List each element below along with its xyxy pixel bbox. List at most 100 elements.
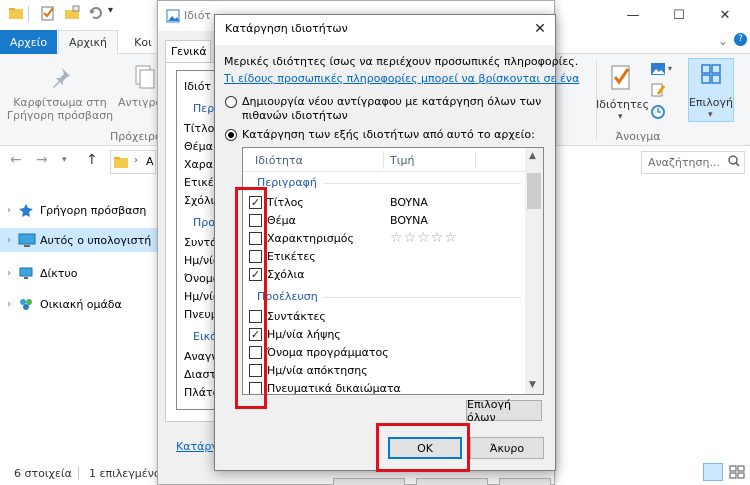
property-name: Τίτλος <box>267 196 304 209</box>
property-row[interactable]: Χαρακτηρισμός ☆☆☆☆☆ <box>243 229 525 247</box>
property-row[interactable]: Συντάκτες <box>243 307 525 325</box>
property-name: Θέμα <box>267 214 296 227</box>
open-icon[interactable] <box>650 62 666 79</box>
property-name: Συντάκτες <box>267 310 326 323</box>
recent-dropdown-icon[interactable]: ▾ <box>62 155 67 165</box>
property-value: BOYNA <box>390 214 428 227</box>
window-close-button[interactable]: ✕ <box>702 0 748 30</box>
select-button-label: Επιλογή <box>688 96 734 109</box>
property-row[interactable]: Πνευματικά δικαιώματα <box>243 379 525 394</box>
radio-create-copy[interactable]: Δημιουργία νέου αντίγραφου με κατάργηση … <box>225 95 541 122</box>
tab-general-label: Γενικά <box>171 45 207 58</box>
props-cancel-button[interactable] <box>416 478 488 485</box>
list-scrollbar[interactable]: ▲ ▼ <box>525 148 543 394</box>
list-header: Ιδιότητα Τιμή <box>243 148 525 172</box>
copy-icon[interactable] <box>134 64 156 93</box>
minimize-button[interactable]: — <box>610 0 656 30</box>
image-file-icon <box>166 9 180 26</box>
checkbox-column-highlight <box>235 187 267 409</box>
cancel-button[interactable]: Άκυρο <box>470 437 544 459</box>
property-row[interactable]: Ετικέτες <box>243 247 525 265</box>
scroll-down-icon[interactable]: ▼ <box>529 380 536 390</box>
details-view-icon[interactable] <box>703 463 723 481</box>
property-row[interactable]: Θέμα BOYNA <box>243 211 525 229</box>
properties-button-label[interactable]: Ιδιότητες <box>596 98 649 111</box>
nav-quick-access[interactable]: › Γρήγορη πρόσβαση <box>0 198 160 222</box>
group-clipboard-label: Πρόχειρο <box>110 130 162 143</box>
rating-stars-icon[interactable]: ☆☆☆☆☆ <box>390 230 458 246</box>
tab-file[interactable]: Αρχείο <box>0 30 57 54</box>
select-all-button[interactable]: Επιλογή όλων <box>466 398 542 424</box>
scroll-thumb[interactable] <box>527 173 541 209</box>
properties-title: Ιδιότ <box>184 9 212 22</box>
history-icon[interactable] <box>650 104 666 123</box>
radio-remove-properties[interactable]: Κατάργηση των εξής ιδιοτήτων από αυτό το… <box>225 128 535 141</box>
radio-create-copy-indicator[interactable] <box>225 96 237 108</box>
props-ok-button[interactable] <box>333 478 405 485</box>
up-arrow-icon[interactable]: ↑ <box>86 152 98 168</box>
column-divider[interactable] <box>383 151 384 169</box>
radio-remove-properties-label: Κατάργηση των εξής ιδιοτήτων από αυτό το… <box>242 128 535 141</box>
undo-icon[interactable] <box>88 5 104 21</box>
props-row: Αναγν <box>184 350 218 363</box>
props-row: Σχόλι <box>184 194 215 207</box>
chevron-down-icon[interactable]: ▾ <box>618 112 623 122</box>
property-name: Χαρακτηρισμός <box>267 232 354 245</box>
back-arrow-icon[interactable]: ← <box>10 152 22 168</box>
property-list[interactable]: Ιδιότητα Τιμή Περιγραφή ✓ Τίτλος BOYNA Θ… <box>242 147 544 395</box>
nav-this-pc[interactable]: › Αυτός ο υπολογιστή <box>0 228 160 252</box>
close-icon[interactable]: ✕ <box>525 15 555 43</box>
search-icon <box>728 155 740 170</box>
nav-label: Οικιακή ομάδα <box>40 297 122 311</box>
chevron-right-icon: › <box>134 155 138 166</box>
nav-label: Γρήγορη πρόσβαση <box>40 203 147 217</box>
scroll-up-icon[interactable]: ▲ <box>529 151 536 161</box>
props-row: Συντά <box>184 236 218 249</box>
nav-label: Αυτός ο υπολογιστή <box>40 233 152 247</box>
nav-network[interactable]: › Δίκτυο <box>0 261 160 285</box>
nav-label: Δίκτυο <box>40 266 78 280</box>
copy-button-label[interactable]: Αντιγρα <box>118 96 163 109</box>
group-origin: Προέλευση <box>243 288 525 306</box>
group-divider <box>323 297 521 298</box>
radio-remove-properties-indicator[interactable] <box>225 129 237 141</box>
tiles-view-icon[interactable] <box>728 463 746 481</box>
properties-qa-icon[interactable] <box>40 5 56 21</box>
property-row[interactable]: Ημ/νία απόκτησης <box>243 361 525 379</box>
col-value-header[interactable]: Τιμή <box>390 154 414 167</box>
props-apply-button[interactable] <box>499 478 551 485</box>
property-row[interactable]: ✓ Ημ/νία λήψης <box>243 325 525 343</box>
property-name: Όνομα προγράμματος <box>267 346 389 359</box>
open-dropdown-icon[interactable]: ▾ <box>668 64 672 73</box>
personal-info-link[interactable]: Τι είδους προσωπικές πληροφορίες μπορεί … <box>224 72 579 85</box>
help-icon[interactable]: ? <box>734 33 747 46</box>
property-name: Ημ/νία λήψης <box>267 328 341 341</box>
maximize-button[interactable]: ☐ <box>656 0 702 30</box>
tab-share[interactable]: Κοι <box>128 30 158 54</box>
props-row: Πνευμ <box>184 308 218 321</box>
property-row[interactable]: Όνομα προγράμματος <box>243 343 525 361</box>
ribbon-collapse-icon[interactable]: ⌄ <box>718 34 728 48</box>
nav-homegroup[interactable]: › Οικιακή ομάδα <box>0 292 160 316</box>
property-name: Ημ/νία απόκτησης <box>267 364 368 377</box>
tab-home[interactable]: Αρχική <box>58 30 118 54</box>
computer-icon <box>18 233 36 247</box>
pin-button-label-1[interactable]: Καρφίτσωμα στη <box>4 96 116 109</box>
chevron-right-icon: › <box>7 298 11 310</box>
pin-icon[interactable] <box>50 66 72 91</box>
edit-icon[interactable] <box>650 82 666 101</box>
forward-arrow-icon[interactable]: → <box>36 152 48 168</box>
folder-icon <box>113 155 129 172</box>
property-row[interactable]: ✓ Τίτλος BOYNA <box>243 193 525 211</box>
divider <box>28 6 29 22</box>
new-folder-icon[interactable] <box>64 5 80 21</box>
qa-dropdown-icon[interactable]: ▾ <box>108 5 113 16</box>
property-row[interactable]: ✓ Σχόλια <box>243 265 525 283</box>
group-divider <box>323 183 521 184</box>
column-divider[interactable] <box>475 151 476 169</box>
properties-icon[interactable] <box>609 64 633 95</box>
col-property-header[interactable]: Ιδιότητα <box>255 154 303 167</box>
pin-button-label-2[interactable]: Γρήγορη πρόσβαση <box>4 109 116 122</box>
status-selected-count: 1 επιλεγμένο <box>89 467 161 480</box>
folder-icon[interactable] <box>8 5 24 21</box>
